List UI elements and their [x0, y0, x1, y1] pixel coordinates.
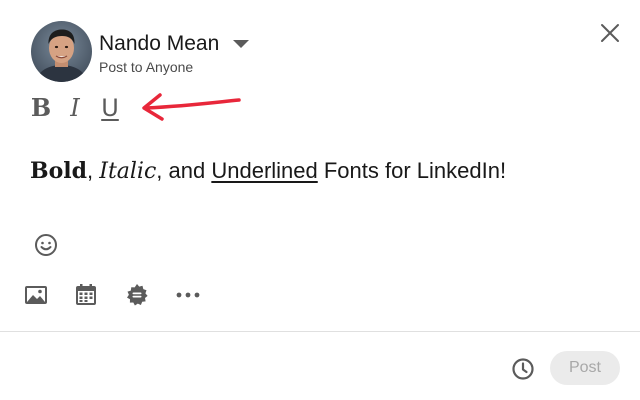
celebrate-badge-icon: [127, 284, 148, 306]
add-photo-button[interactable]: [22, 281, 50, 309]
celebrate-button[interactable]: [123, 281, 151, 309]
create-event-button[interactable]: [72, 281, 100, 309]
photo-icon: [25, 286, 47, 304]
avatar: [31, 21, 92, 82]
schedule-post-button[interactable]: [509, 355, 537, 383]
calendar-icon: [76, 284, 96, 305]
more-icon: [176, 292, 200, 298]
italic-button[interactable]: I: [62, 95, 88, 121]
author-selector[interactable]: Nando Mean: [99, 31, 250, 57]
text-separator: , and: [156, 158, 212, 183]
post-visibility[interactable]: Post to Anyone: [99, 58, 193, 76]
post-composer: Nando Mean Post to Anyone B I U Bold, It…: [0, 0, 640, 400]
text-separator: ,: [87, 158, 100, 183]
emoji-button[interactable]: [32, 231, 60, 259]
close-button[interactable]: [597, 20, 623, 46]
chevron-down-icon[interactable]: [233, 40, 250, 48]
plain-text: Fonts for LinkedIn!: [317, 158, 507, 183]
divider: [0, 331, 640, 332]
clock-icon: [512, 358, 534, 380]
post-text-editor[interactable]: Bold, Italic, and Underlined Fonts for L…: [30, 156, 506, 187]
underlined-text: Underlined: [211, 158, 318, 183]
post-button[interactable]: Post: [550, 351, 620, 385]
close-icon: [601, 24, 619, 42]
emoji-icon: [35, 234, 57, 256]
red-arrow-icon: [142, 93, 241, 121]
italic-text: Italic: [99, 159, 157, 184]
underline-button[interactable]: U: [97, 95, 123, 121]
author-name: Nando Mean: [99, 32, 220, 55]
bold-text: Bold: [30, 158, 88, 184]
bold-button[interactable]: B: [28, 95, 54, 121]
more-options-button[interactable]: [174, 281, 202, 309]
